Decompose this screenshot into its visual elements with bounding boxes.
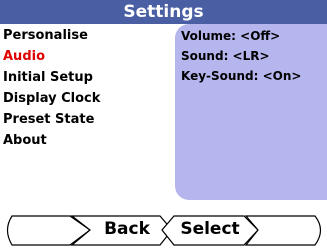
menu-item-label: Audio <box>3 49 46 64</box>
menu-item-initial-setup[interactable]: Initial Setup <box>0 67 175 88</box>
menu-item-label: Preset State <box>3 112 95 127</box>
menu-item-audio[interactable]: Audio <box>0 46 175 67</box>
settings-menu: Personalise Audio Initial Setup Display … <box>0 25 175 151</box>
menu-item-display-clock[interactable]: Display Clock <box>0 88 175 109</box>
menu-item-personalise[interactable]: Personalise <box>0 25 175 46</box>
menu-item-preset-state[interactable]: Preset State <box>0 109 175 130</box>
title-bar: Settings <box>0 0 327 24</box>
volume-setting: Volume: <Off> <box>181 29 281 43</box>
audio-details: Volume: <Off> Sound: <LR> Key-Sound: <On… <box>181 26 301 86</box>
softkey-right-label[interactable] <box>250 217 320 241</box>
menu-item-label: Display Clock <box>3 91 101 106</box>
menu-item-label: Initial Setup <box>3 70 93 85</box>
select-button[interactable]: Select <box>170 217 250 241</box>
menu-item-label: About <box>3 133 47 148</box>
softkey-left-label[interactable] <box>12 217 82 241</box>
menu-item-about[interactable]: About <box>0 130 175 151</box>
softkey-bar: Back Select <box>0 200 327 248</box>
sound-setting: Sound: <LR> <box>181 49 270 63</box>
page-title: Settings <box>123 2 204 22</box>
back-button[interactable]: Back <box>88 217 166 241</box>
key-sound-setting: Key-Sound: <On> <box>181 69 302 83</box>
menu-item-label: Personalise <box>3 28 88 43</box>
